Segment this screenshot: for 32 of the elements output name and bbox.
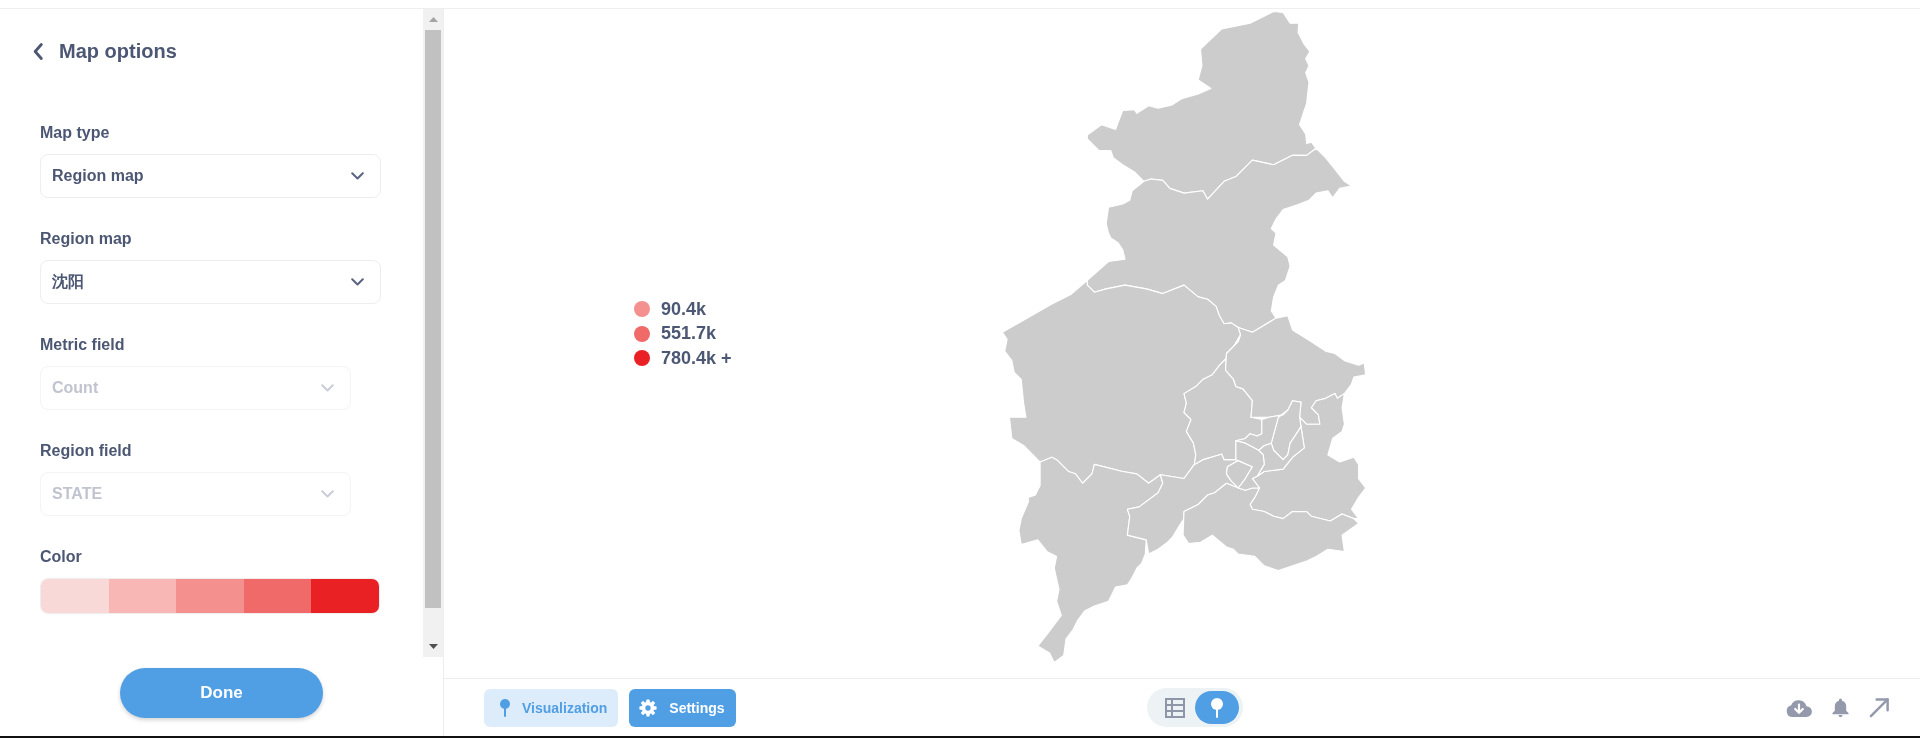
scroll-up-arrow-icon[interactable]	[428, 17, 438, 22]
field-label: Color	[40, 547, 83, 567]
dropdown-select[interactable]: Region map	[40, 154, 381, 198]
diagonal-arrow-icon[interactable]	[1869, 697, 1890, 718]
gear-icon	[639, 698, 658, 717]
done-button[interactable]: Done	[120, 668, 323, 718]
field-label: Metric field	[40, 335, 126, 355]
back-button[interactable]: Map options	[33, 39, 177, 63]
chevron-down-icon	[351, 278, 364, 286]
map-view-button[interactable]	[1195, 691, 1239, 724]
settings-button[interactable]: Settings	[629, 688, 736, 727]
pin-icon	[500, 698, 510, 717]
legend-label: 780.4k +	[661, 347, 732, 369]
chevron-down-icon	[321, 490, 334, 498]
chevron-left-icon	[33, 42, 43, 60]
chevron-down-icon	[351, 172, 364, 180]
field-label: Region map	[40, 229, 133, 249]
legend-label: 90.4k	[661, 298, 707, 320]
chevron-down-icon	[321, 384, 334, 392]
legend-label: 551.7k	[661, 323, 717, 345]
dropdown-select[interactable]: 沈阳	[40, 260, 381, 304]
scrollbar[interactable]	[423, 9, 443, 657]
table-icon	[1165, 697, 1185, 718]
pin-icon	[1211, 697, 1223, 718]
scroll-down-arrow-icon[interactable]	[428, 644, 438, 649]
field-label: Map type	[40, 123, 111, 143]
field-label: Region field	[40, 441, 133, 461]
bell-icon[interactable]	[1832, 697, 1849, 718]
cloud-download-icon[interactable]	[1786, 698, 1812, 717]
visualization-button[interactable]: Visualization	[484, 688, 619, 727]
scrollbar-thumb[interactable]	[425, 30, 441, 608]
color-scale-picker[interactable]	[40, 578, 380, 614]
